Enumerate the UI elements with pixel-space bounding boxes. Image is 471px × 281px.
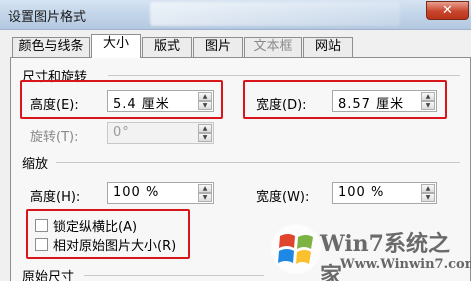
rotate-spinbox: 0° ▲ ▼ bbox=[107, 122, 214, 144]
scale-height-label: 高度(H): bbox=[30, 190, 81, 205]
tab-textbox: 文本框 bbox=[244, 37, 302, 57]
separator bbox=[84, 275, 264, 276]
tab-size[interactable]: 大小 bbox=[91, 34, 141, 58]
scale-height-value: 100 % bbox=[113, 185, 160, 200]
spin-down-icon[interactable]: ▼ bbox=[421, 193, 435, 202]
section-title-scale: 缩放 bbox=[22, 157, 49, 172]
blurred-background bbox=[150, 2, 400, 26]
tab-website[interactable]: 网站 bbox=[303, 37, 353, 57]
tab-picture[interactable]: 图片 bbox=[193, 37, 243, 57]
scale-height-spinbox[interactable]: 100 % ▲ ▼ bbox=[107, 182, 214, 204]
tab-colors-lines[interactable]: 颜色与线条 bbox=[12, 37, 90, 57]
spin-down-icon[interactable]: ▼ bbox=[198, 193, 212, 202]
tab-layout[interactable]: 版式 bbox=[142, 37, 192, 57]
separator bbox=[108, 75, 460, 76]
title-bar: 设置图片格式 ✕ bbox=[0, 0, 471, 30]
spin-up-icon[interactable]: ▲ bbox=[198, 184, 212, 193]
scale-width-spinbox[interactable]: 100 % ▲ ▼ bbox=[332, 182, 437, 204]
close-button[interactable]: ✕ bbox=[426, 1, 469, 20]
windows-logo-icon bbox=[271, 224, 321, 274]
spin-up-icon: ▲ bbox=[198, 124, 212, 133]
scale-width-label: 宽度(W): bbox=[256, 190, 310, 205]
rotate-value: 0° bbox=[113, 125, 130, 140]
highlight-box-width bbox=[243, 80, 447, 119]
scale-width-value: 100 % bbox=[338, 185, 385, 200]
section-title-original: 原始尺寸 bbox=[22, 270, 75, 281]
highlight-box-height bbox=[20, 80, 223, 119]
watermark-url: Www.Winwin7.com bbox=[340, 257, 471, 272]
watermark-brand: Win7系统之家 bbox=[320, 231, 450, 281]
window-title: 设置图片格式 bbox=[8, 10, 87, 25]
rotate-label: 旋转(T): bbox=[30, 130, 79, 145]
spin-down-icon: ▼ bbox=[198, 133, 212, 142]
highlight-box-checkboxes bbox=[26, 209, 190, 259]
spin-up-icon[interactable]: ▲ bbox=[421, 184, 435, 193]
separator bbox=[56, 162, 460, 163]
